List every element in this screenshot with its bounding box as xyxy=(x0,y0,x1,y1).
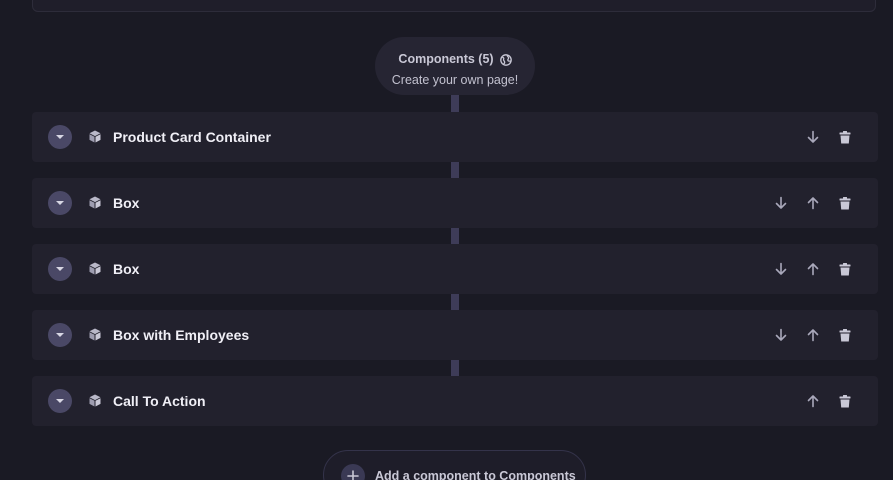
components-subtitle: Create your own page! xyxy=(391,73,519,87)
arrow-up-icon xyxy=(807,263,819,276)
cube-icon xyxy=(89,130,101,143)
trash-icon xyxy=(839,394,851,407)
component-row[interactable]: Product Card Container xyxy=(32,112,878,162)
arrow-up-icon xyxy=(807,329,819,342)
trash-icon xyxy=(839,130,851,143)
trash-icon xyxy=(839,262,851,275)
component-label: Call To Action xyxy=(113,393,206,409)
arrow-down-icon xyxy=(775,196,787,209)
previous-section-panel xyxy=(32,0,876,12)
cube-icon xyxy=(89,262,101,275)
arrow-down-icon xyxy=(775,262,787,275)
cube-icon xyxy=(89,196,101,209)
arrow-down-icon xyxy=(775,328,787,341)
delete-button[interactable] xyxy=(835,127,855,147)
add-component-label: Add a component to Components xyxy=(375,469,576,480)
arrow-up-icon xyxy=(807,395,819,408)
delete-button[interactable] xyxy=(835,193,855,213)
collapse-button[interactable] xyxy=(48,191,72,215)
move-up-button[interactable] xyxy=(803,391,823,411)
move-down-button[interactable] xyxy=(771,259,791,279)
components-header: Components (5) Create your own page! xyxy=(375,37,535,95)
connector-line xyxy=(451,360,459,376)
trash-icon xyxy=(839,328,851,341)
collapse-button[interactable] xyxy=(48,257,72,281)
connector-line xyxy=(451,95,459,112)
components-header-title-wrap: Components (5) xyxy=(398,52,512,67)
add-component-button[interactable]: Add a component to Components xyxy=(323,450,586,480)
collapse-button[interactable] xyxy=(48,389,72,413)
collapse-button[interactable] xyxy=(48,323,72,347)
arrow-up-icon xyxy=(807,197,819,210)
page: Components (5) Create your own page! Pro… xyxy=(0,0,893,480)
chevron-down-icon xyxy=(56,399,64,403)
component-label: Box xyxy=(113,261,140,277)
component-row[interactable]: Box xyxy=(32,178,878,228)
globe-icon[interactable] xyxy=(499,53,512,66)
connector-line xyxy=(451,162,459,178)
arrow-down-icon xyxy=(807,130,819,143)
component-label: Box xyxy=(113,195,140,211)
move-up-button[interactable] xyxy=(803,193,823,213)
plus-icon xyxy=(341,464,365,480)
delete-button[interactable] xyxy=(835,325,855,345)
connector-line xyxy=(451,294,459,310)
collapse-button[interactable] xyxy=(48,125,72,149)
move-down-button[interactable] xyxy=(771,193,791,213)
cube-icon xyxy=(89,394,101,407)
delete-button[interactable] xyxy=(835,391,855,411)
chevron-down-icon xyxy=(56,135,64,139)
chevron-down-icon xyxy=(56,267,64,271)
component-row[interactable]: Box xyxy=(32,244,878,294)
components-title: Components (5) xyxy=(398,52,494,66)
component-label: Product Card Container xyxy=(113,129,271,145)
delete-button[interactable] xyxy=(835,259,855,279)
component-row[interactable]: Call To Action xyxy=(32,376,878,426)
cube-icon xyxy=(89,328,101,341)
move-down-button[interactable] xyxy=(771,325,791,345)
chevron-down-icon xyxy=(56,333,64,337)
connector-line xyxy=(451,228,459,244)
move-up-button[interactable] xyxy=(803,259,823,279)
move-up-button[interactable] xyxy=(803,325,823,345)
component-row[interactable]: Box with Employees xyxy=(32,310,878,360)
trash-icon xyxy=(839,196,851,209)
component-label: Box with Employees xyxy=(113,327,250,343)
chevron-down-icon xyxy=(56,201,64,205)
move-down-button[interactable] xyxy=(803,127,823,147)
